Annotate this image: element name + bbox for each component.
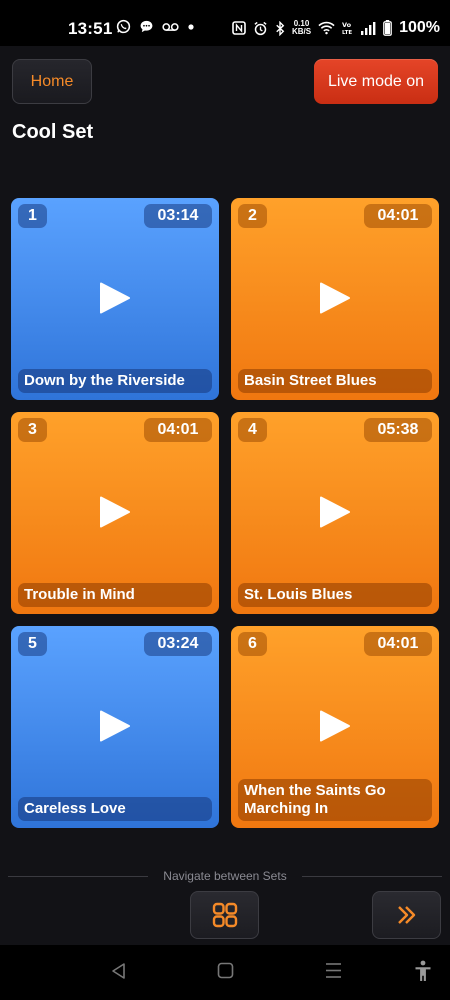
home-button[interactable]: Home [12,59,92,104]
song-title: Trouble in Mind [18,583,212,607]
song-number: 6 [238,632,267,656]
battery-percent: 100% [399,19,440,36]
battery-icon [383,20,392,36]
nav-caption: Navigate between Sets [163,869,287,883]
double-chevron-right-icon [397,906,415,924]
notification-icons [116,19,195,34]
song-number: 2 [238,204,267,228]
back-icon[interactable] [110,962,126,980]
home-icon[interactable] [217,962,234,979]
accessibility-icon[interactable] [414,960,432,982]
play-icon[interactable] [319,710,351,742]
song-card[interactable]: 2 04:01 Basin Street Blues [231,198,439,400]
dot-icon [187,23,195,31]
song-card[interactable]: 4 05:38 St. Louis Blues [231,412,439,614]
song-title: Careless Love [18,797,212,821]
song-title: Down by the Riverside [18,369,212,393]
app-screen: 13:51 0.10 KB/S Vo LTE 100% Home Live mo… [0,0,450,1000]
play-icon[interactable] [319,282,351,314]
song-title: St. Louis Blues [238,583,432,607]
play-icon[interactable] [319,496,351,528]
nfc-icon [232,21,246,35]
song-number: 5 [18,632,47,656]
set-title: Cool Set [12,121,94,143]
status-time: 13:51 [68,19,113,38]
svg-text:LTE: LTE [342,30,352,35]
song-duration: 03:24 [144,632,212,656]
system-status-icons: 0.10 KB/S Vo LTE 100% [232,19,440,37]
recents-icon[interactable] [325,962,342,979]
alarm-icon [253,21,268,36]
song-duration: 04:01 [144,418,212,442]
song-duration: 04:01 [364,204,432,228]
bluetooth-icon [275,20,285,36]
play-icon[interactable] [99,710,131,742]
song-number: 1 [18,204,47,228]
song-number: 4 [238,418,267,442]
song-title: When the Saints Go Marching In [238,779,432,821]
play-icon[interactable] [99,282,131,314]
song-card[interactable]: 5 03:24 Careless Love [11,626,219,828]
system-navigation-bar [0,945,450,1000]
status-bar: 13:51 0.10 KB/S Vo LTE 100% [0,0,450,46]
next-set-button[interactable] [372,891,441,939]
song-card[interactable]: 6 04:01 When the Saints Go Marching In [231,626,439,828]
song-title: Basin Street Blues [238,369,432,393]
song-card[interactable]: 3 04:01 Trouble in Mind [11,412,219,614]
song-card[interactable]: 1 03:14 Down by the Riverside [11,198,219,400]
play-icon[interactable] [99,496,131,528]
song-duration: 03:14 [144,204,212,228]
chat-icon [139,19,154,34]
grid-icon [212,902,237,928]
divider [8,876,148,877]
live-mode-button[interactable]: Live mode on [314,59,438,104]
svg-text:Vo: Vo [342,21,352,29]
song-duration: 05:38 [364,418,432,442]
wifi-icon [318,21,335,35]
network-speed: 0.10 KB/S [292,20,311,36]
song-duration: 04:01 [364,632,432,656]
volte-icon: Vo LTE [342,21,353,35]
set-grid-button[interactable] [190,891,259,939]
whatsapp-icon [116,19,131,34]
voicemail-icon [162,22,179,32]
divider [302,876,442,877]
song-number: 3 [18,418,47,442]
signal-icon [360,21,376,35]
network-speed-unit: KB/S [291,27,312,36]
